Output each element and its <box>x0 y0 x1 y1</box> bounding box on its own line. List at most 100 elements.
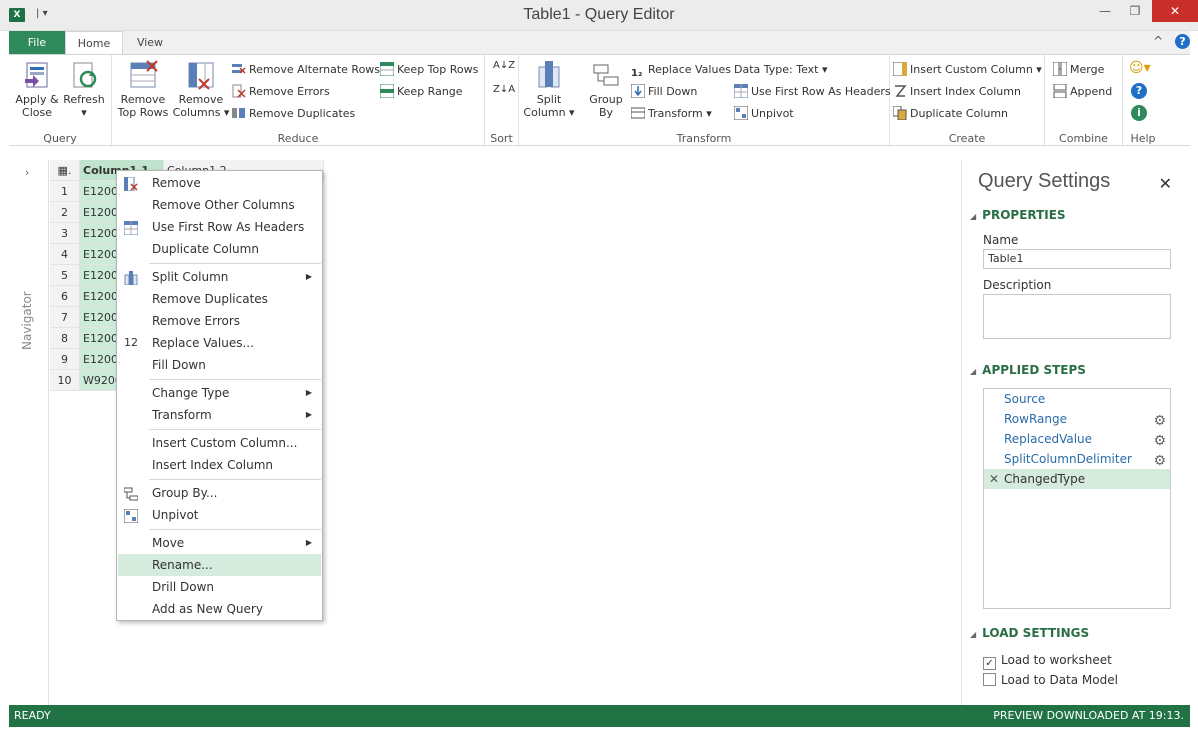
append-button[interactable]: Append <box>1053 83 1112 101</box>
keep-top-rows-button[interactable]: Keep Top Rows <box>379 61 478 79</box>
menu-item-replace-values-label: Replace Values... <box>152 336 254 350</box>
use-first-row-headers-button[interactable]: Use First Row As Headers <box>733 83 891 101</box>
menu-item-unpivot[interactable]: Unpivot <box>118 504 321 526</box>
menu-item-replace-values[interactable]: 12 Replace Values... <box>118 332 321 354</box>
grid-corner-icon[interactable]: ▦. <box>50 160 80 181</box>
fill-down-button[interactable]: Fill Down <box>630 83 697 101</box>
row-number[interactable]: 7 <box>50 307 80 328</box>
checkbox-checked-icon[interactable]: ✓ <box>983 657 996 670</box>
menu-item-use-first-row-headers[interactable]: Use First Row As Headers <box>118 216 321 238</box>
replace-values-button[interactable]: 1₂ Replace Values <box>631 61 731 79</box>
row-number[interactable]: 8 <box>50 328 80 349</box>
tab-view[interactable]: View <box>127 31 173 54</box>
menu-separator <box>149 479 321 480</box>
step-replacedvalue[interactable]: ReplacedValue ⚙ <box>984 429 1170 449</box>
collapse-triangle-icon: ◢ <box>970 212 977 221</box>
row-number[interactable]: 9 <box>50 349 80 370</box>
close-window-button[interactable]: ✕ <box>1152 0 1198 22</box>
menu-separator <box>149 529 321 530</box>
restore-button[interactable]: ❐ <box>1120 0 1150 22</box>
feedback-smiley-icon[interactable]: ☺▾ <box>1129 59 1151 77</box>
remove-columns-label-1: Remove <box>178 93 224 106</box>
menu-item-insert-custom-column[interactable]: Insert Custom Column... <box>118 432 321 454</box>
apply-close-icon <box>21 59 53 91</box>
load-to-worksheet-checkbox[interactable]: ✓ Load to worksheet <box>983 653 1112 670</box>
menu-item-remove-other-columns[interactable]: Remove Other Columns <box>118 194 321 216</box>
navigator-pane[interactable]: › Navigator <box>9 160 49 705</box>
menu-item-rename-label: Rename... <box>152 558 213 572</box>
menu-item-group-by[interactable]: Group By... <box>118 482 321 504</box>
split-column-button[interactable]: Split Column ▾ <box>523 59 575 119</box>
collapse-ribbon-icon[interactable]: ^ <box>1153 34 1163 48</box>
gear-icon[interactable]: ⚙ <box>1153 451 1166 471</box>
help-icon[interactable]: ? <box>1175 34 1190 49</box>
gear-icon[interactable]: ⚙ <box>1153 431 1166 451</box>
sort-descending-button[interactable]: Z↓A <box>493 85 515 103</box>
menu-item-remove-duplicates[interactable]: Remove Duplicates <box>118 288 321 310</box>
menu-item-change-type[interactable]: Change Type ▶ <box>118 382 321 404</box>
apply-close-button[interactable]: Apply & Close <box>13 59 61 119</box>
group-by-button[interactable]: Group By <box>581 59 631 119</box>
step-rowrange[interactable]: RowRange ⚙ <box>984 409 1170 429</box>
remove-alternate-rows-button[interactable]: Remove Alternate Rows <box>232 61 380 79</box>
unpivot-icon <box>733 105 749 121</box>
duplicate-column-button[interactable]: Duplicate Column <box>892 105 1008 123</box>
insert-index-column-label: Insert Index Column <box>910 85 1021 98</box>
submenu-arrow-icon: ▶ <box>305 410 312 419</box>
tab-file[interactable]: File <box>9 31 65 54</box>
menu-separator <box>149 379 321 380</box>
load-settings-section-header[interactable]: ◢ LOAD SETTINGS <box>970 626 1089 640</box>
refresh-button[interactable]: Refresh ▾ <box>61 59 107 119</box>
menu-item-remove[interactable]: Remove <box>118 172 321 194</box>
row-number[interactable]: 4 <box>50 244 80 265</box>
insert-index-column-button[interactable]: Insert Index Column <box>893 83 1021 101</box>
gear-icon[interactable]: ⚙ <box>1153 411 1166 431</box>
transform-dropdown-button[interactable]: Transform ▾ <box>630 105 712 123</box>
remove-duplicates-button[interactable]: Remove Duplicates <box>232 105 355 123</box>
keep-range-label: Keep Range <box>397 85 463 98</box>
row-number[interactable]: 5 <box>50 265 80 286</box>
keep-range-button[interactable]: Keep Range <box>379 83 463 101</box>
merge-button[interactable]: Merge <box>1052 61 1104 79</box>
step-rowrange-label: RowRange <box>1004 412 1067 426</box>
unpivot-button[interactable]: Unpivot <box>733 105 794 123</box>
load-to-data-model-checkbox[interactable]: Load to Data Model <box>983 673 1118 687</box>
remove-columns-button[interactable]: Remove Columns ▾ <box>172 59 230 119</box>
help-question-icon[interactable]: ? <box>1131 83 1147 99</box>
query-description-input[interactable] <box>983 294 1171 339</box>
delete-step-icon[interactable]: ✕ <box>989 469 999 489</box>
insert-custom-column-button[interactable]: Insert Custom Column ▾ <box>892 61 1042 79</box>
menu-item-insert-index-column[interactable]: Insert Index Column <box>118 454 321 476</box>
tab-home[interactable]: Home <box>65 31 123 54</box>
menu-item-split-column[interactable]: Split Column ▶ <box>118 266 321 288</box>
step-changedtype[interactable]: ✕ ChangedType <box>984 469 1170 489</box>
row-number[interactable]: 1 <box>50 181 80 202</box>
step-splitcolumndelimiter[interactable]: SplitColumnDelimiter ⚙ <box>984 449 1170 469</box>
step-source[interactable]: Source <box>984 389 1170 409</box>
menu-item-add-as-new-query[interactable]: Add as New Query <box>118 598 321 620</box>
menu-item-rename[interactable]: Rename... <box>118 554 321 576</box>
query-name-input[interactable]: Table1 <box>983 249 1171 269</box>
row-number[interactable]: 6 <box>50 286 80 307</box>
menu-item-remove-errors[interactable]: Remove Errors <box>118 310 321 332</box>
navigator-expand-icon[interactable]: › <box>25 166 29 179</box>
menu-item-fill-down[interactable]: Fill Down <box>118 354 321 376</box>
info-icon[interactable]: i <box>1131 105 1147 121</box>
checkbox-unchecked-icon[interactable] <box>983 673 996 686</box>
data-type-dropdown[interactable]: Data Type: Text ▾ <box>734 61 828 79</box>
applied-steps-section-header[interactable]: ◢ APPLIED STEPS <box>970 363 1086 377</box>
properties-section-header[interactable]: ◢ PROPERTIES <box>970 208 1066 222</box>
remove-errors-button[interactable]: Remove Errors <box>232 83 330 101</box>
minimize-button[interactable]: — <box>1090 0 1120 22</box>
sort-ascending-button[interactable]: A↓Z <box>493 61 515 79</box>
menu-item-duplicate-column[interactable]: Duplicate Column <box>118 238 321 260</box>
row-number[interactable]: 10 <box>50 370 80 391</box>
menu-item-move[interactable]: Move ▶ <box>118 532 321 554</box>
query-settings-close-icon[interactable]: ✕ <box>1159 174 1172 193</box>
row-number[interactable]: 2 <box>50 202 80 223</box>
row-number[interactable]: 3 <box>50 223 80 244</box>
replace-values-menu-icon: 12 <box>124 336 138 349</box>
remove-top-rows-button[interactable]: Remove Top Rows <box>114 59 172 119</box>
menu-item-transform[interactable]: Transform ▶ <box>118 404 321 426</box>
menu-item-drill-down[interactable]: Drill Down <box>118 576 321 598</box>
